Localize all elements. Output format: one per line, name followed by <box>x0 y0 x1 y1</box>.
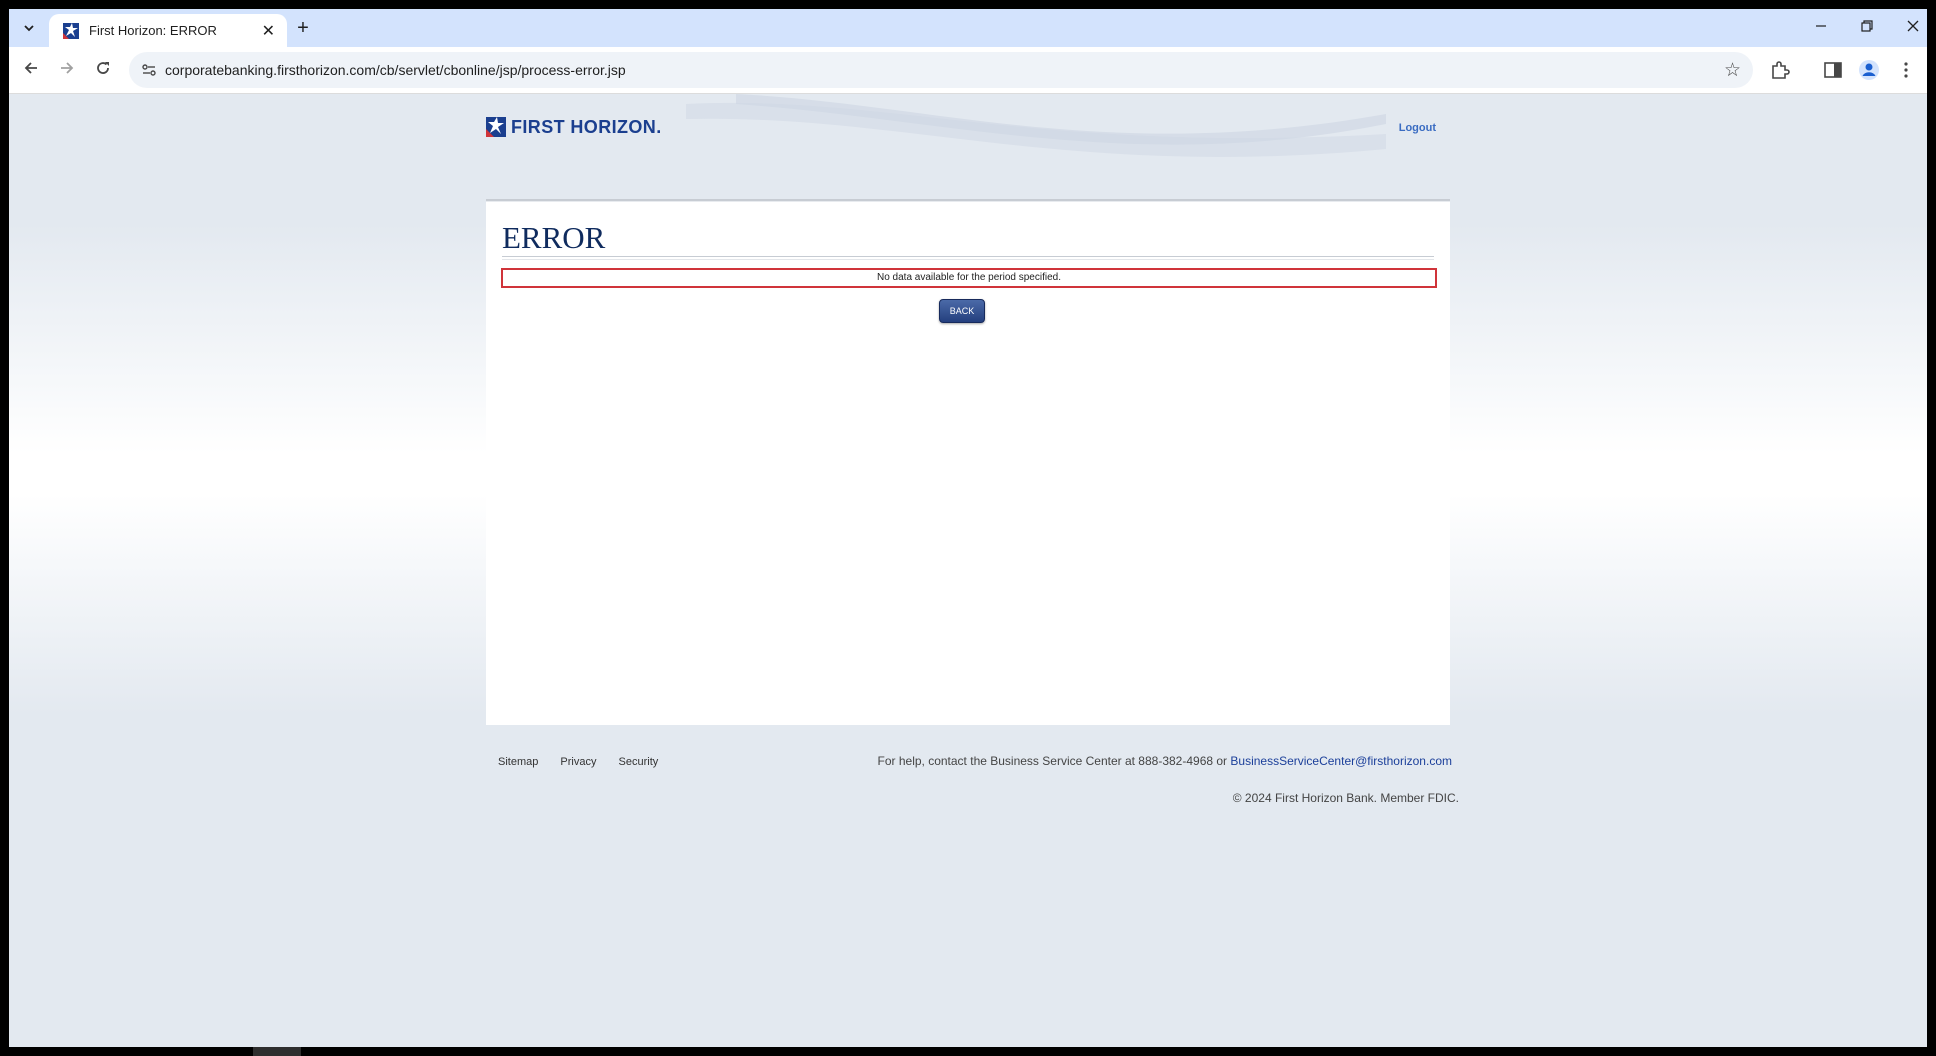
browser-toolbar: corporatebanking.firsthorizon.com/cb/ser… <box>9 47 1927 94</box>
site-header: FIRST HORIZON. Logout <box>486 94 1450 194</box>
site-info-icon[interactable] <box>141 62 157 78</box>
header-swoosh-decoration <box>686 94 1386 157</box>
browser-menu-icon[interactable] <box>1895 59 1917 81</box>
main-content-panel: ERROR No data available for the period s… <box>486 202 1450 725</box>
address-bar[interactable]: corporatebanking.firsthorizon.com/cb/ser… <box>129 52 1753 88</box>
profile-avatar-icon[interactable] <box>1858 59 1880 81</box>
footer-link-sitemap[interactable]: Sitemap <box>498 756 538 768</box>
first-horizon-logo[interactable]: FIRST HORIZON. <box>486 116 662 138</box>
help-email-link[interactable]: BusinessServiceCenter@firsthorizon.com <box>1230 754 1452 768</box>
extensions-icon[interactable] <box>1769 59 1791 81</box>
new-tab-button[interactable]: + <box>291 17 315 41</box>
first-horizon-star-icon <box>486 117 506 137</box>
logo-text: FIRST HORIZON. <box>511 116 662 137</box>
tab-title: First Horizon: ERROR <box>89 23 217 38</box>
back-arrow-icon[interactable] <box>19 58 43 82</box>
page-viewport: FIRST HORIZON. Logout ERROR No data avai… <box>9 94 1927 1047</box>
browser-window: First Horizon: ERROR ✕ + corporatebankin… <box>9 9 1927 1047</box>
minimize-icon[interactable] <box>1809 17 1833 39</box>
forward-arrow-icon[interactable] <box>55 58 79 82</box>
bookmark-star-icon[interactable]: ☆ <box>1724 59 1741 82</box>
side-panel-icon[interactable] <box>1822 59 1844 81</box>
back-button[interactable]: BACK <box>939 299 985 323</box>
help-text: For help, contact the Business Service C… <box>877 754 1231 768</box>
active-tab[interactable]: First Horizon: ERROR ✕ <box>49 14 287 47</box>
tab-strip: First Horizon: ERROR ✕ + <box>9 9 1927 47</box>
reload-icon[interactable] <box>91 58 115 82</box>
window-close-icon[interactable] <box>1901 17 1925 39</box>
footer-link-security[interactable]: Security <box>619 756 659 768</box>
help-contact: For help, contact the Business Service C… <box>878 754 1452 768</box>
url-text: corporatebanking.firsthorizon.com/cb/ser… <box>165 62 626 78</box>
copyright-text: © 2024 First Horizon Bank. Member FDIC. <box>1232 791 1459 805</box>
title-divider-secondary <box>502 259 1434 260</box>
first-horizon-favicon-icon <box>63 23 79 39</box>
title-divider <box>502 256 1434 257</box>
footer-links: Sitemap Privacy Security <box>498 756 677 768</box>
tab-search-chevron-icon[interactable] <box>17 16 41 40</box>
tab-close-icon[interactable]: ✕ <box>262 21 275 41</box>
page-title: ERROR <box>502 220 606 255</box>
taskbar-item[interactable] <box>253 1047 301 1056</box>
logout-link[interactable]: Logout <box>1399 122 1436 134</box>
error-message-box: No data available for the period specifi… <box>501 268 1437 288</box>
restore-icon[interactable] <box>1855 17 1879 39</box>
footer-link-privacy[interactable]: Privacy <box>560 756 596 768</box>
